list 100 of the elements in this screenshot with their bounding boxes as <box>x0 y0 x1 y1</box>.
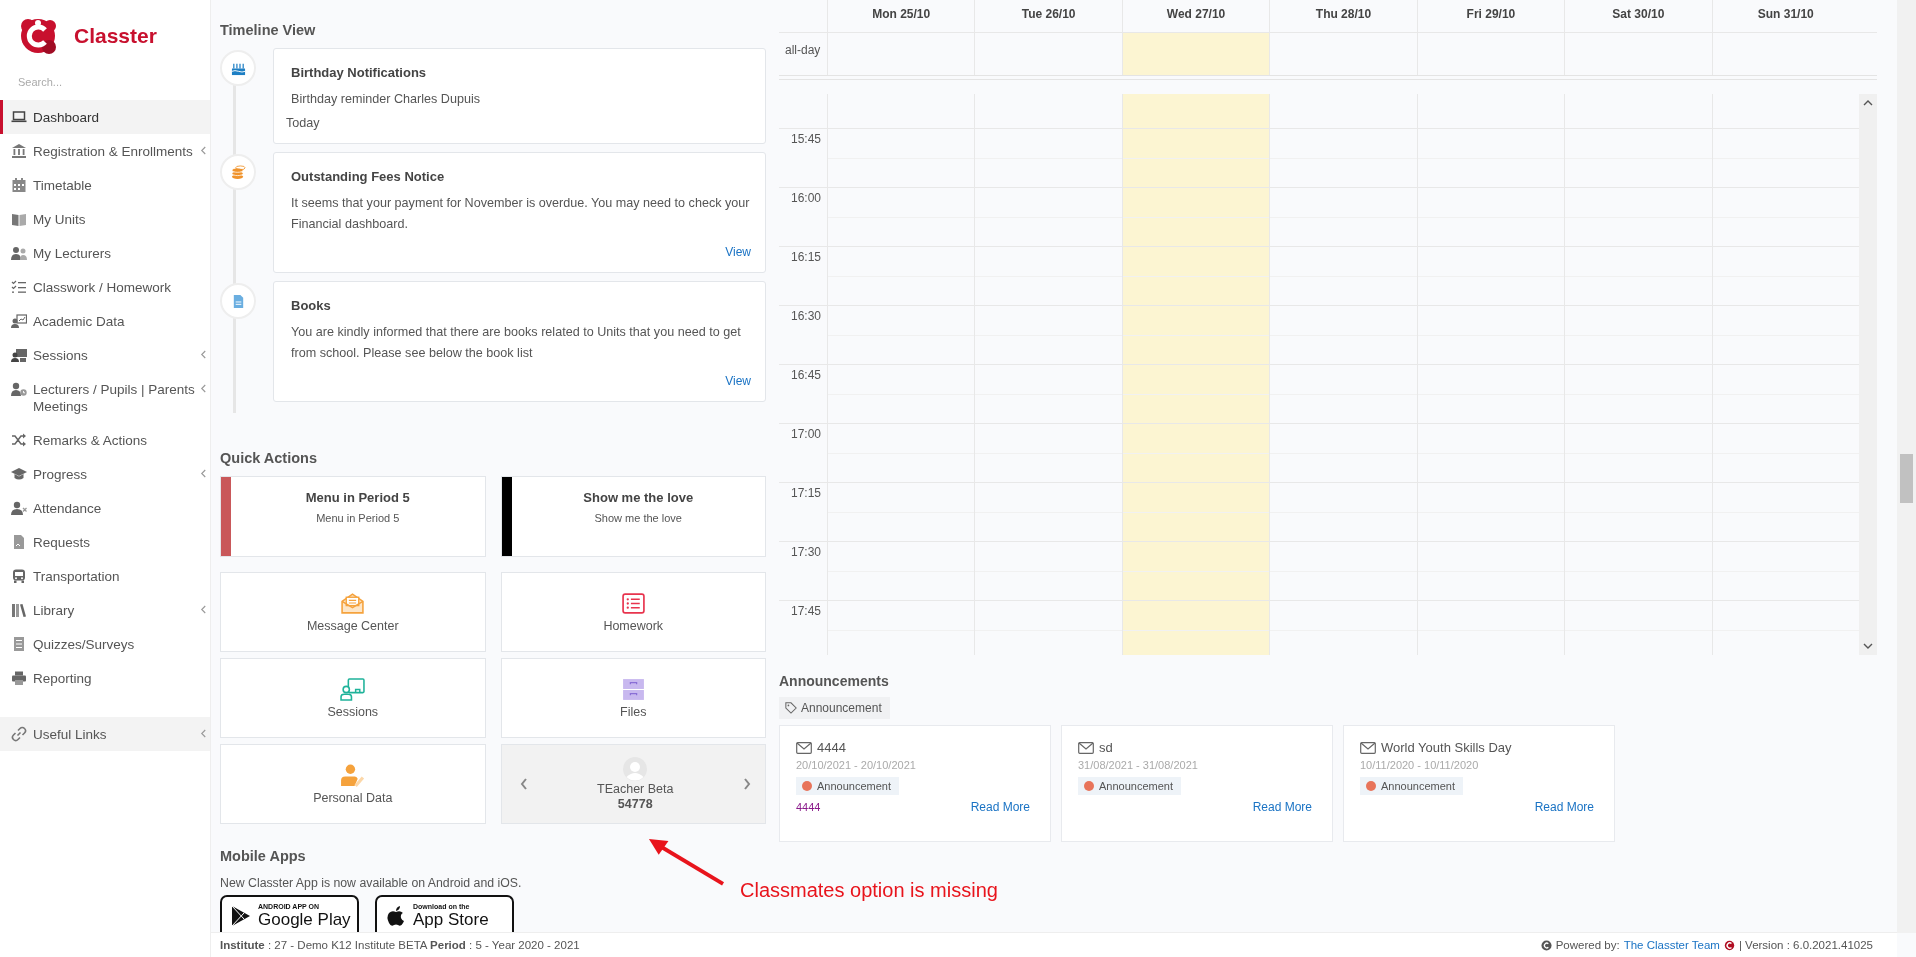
time-label: 15:45 <box>790 131 823 146</box>
quick-action-tile[interactable]: Files <box>500 658 766 738</box>
person-name: TEacher Beta <box>597 782 674 796</box>
time-label: 16:30 <box>790 308 823 323</box>
quick-action-card[interactable]: Show me the love Show me the love <box>500 476 766 557</box>
teacher-board-icon <box>340 677 366 702</box>
tag-label: Announcement <box>1381 780 1455 792</box>
sidebar-item[interactable]: My Units <box>0 202 210 236</box>
quick-action-tile[interactable]: Sessions <box>220 658 486 738</box>
time-label: 17:30 <box>790 544 823 559</box>
sidebar-item[interactable]: Library <box>0 593 210 627</box>
sidebar-item[interactable]: My Lecturers <box>0 236 210 270</box>
list-document-icon <box>11 636 27 652</box>
tag-label: Announcement <box>1099 780 1173 792</box>
chevron-icon <box>200 469 207 478</box>
book-icon <box>11 211 27 227</box>
day-header: Mon 25/10 <box>827 0 975 32</box>
play-icon <box>231 904 251 927</box>
sidebar-item[interactable]: Academic Data <box>0 304 210 338</box>
chevron-left-icon <box>519 778 528 790</box>
all-day-cell[interactable] <box>1121 33 1270 75</box>
notification-time: Today <box>286 116 321 130</box>
person-pencil-icon <box>340 763 366 788</box>
announcement-title: sd <box>1099 740 1113 755</box>
sidebar-item[interactable]: Requests <box>0 525 210 559</box>
tile-label: Message Center <box>306 619 399 633</box>
apple-icon <box>386 904 406 927</box>
person-code: 54778 <box>617 797 653 811</box>
read-more-link[interactable]: Read More <box>1534 800 1594 814</box>
read-more-link[interactable]: Read More <box>1252 800 1312 814</box>
quick-action-card[interactable]: Menu in Period 5 Menu in Period 5 <box>220 476 486 557</box>
announcement-title: 4444 <box>817 740 846 755</box>
filter-chip[interactable]: Announcement <box>779 697 890 719</box>
scroll-down-icon[interactable] <box>1862 643 1873 649</box>
search-field[interactable]: Search... <box>14 72 192 92</box>
sidebar-item-label: Attendance <box>33 500 102 517</box>
sidebar-item-label: Library <box>33 602 75 619</box>
books-icon <box>11 602 27 618</box>
sidebar-item-label: Classwork / Homework <box>33 279 172 296</box>
chevron-icon <box>200 384 207 393</box>
card-subtitle: Menu in Period 5 <box>315 512 401 524</box>
sidebar-item[interactable]: Remarks & Actions <box>0 423 210 457</box>
sidebar-item[interactable]: Registration & Enrollments <box>0 134 210 168</box>
person-cross-icon <box>11 500 27 516</box>
sidebar-item[interactable]: Attendance <box>0 491 210 525</box>
quick-action-tile[interactable]: Homework <box>500 572 766 652</box>
shuffle-icon <box>11 432 27 448</box>
person-clock-icon <box>11 381 27 397</box>
people-icon <box>11 245 27 261</box>
day-header: Sat 30/10 <box>1564 0 1712 32</box>
sidebar-item[interactable]: Classwork / Homework <box>0 270 210 304</box>
sidebar-item[interactable]: Quizzes/Surveys <box>0 627 210 661</box>
bus-icon <box>11 568 27 584</box>
section-title: Announcements <box>779 673 890 689</box>
view-link[interactable]: View <box>725 245 751 259</box>
avatar-icon <box>623 757 648 781</box>
time-label: 16:15 <box>790 249 823 264</box>
view-link[interactable]: View <box>725 374 751 388</box>
sidebar-item-label: Quizzes/Surveys <box>33 636 135 653</box>
sidebar-item-label: Registration & Enrollments <box>33 143 193 160</box>
scroll-thumb[interactable] <box>1900 454 1913 503</box>
card-subtitle: Show me the love <box>593 512 683 524</box>
annotation-text: Classmates option is missing <box>740 879 998 902</box>
time-label: 16:45 <box>790 367 823 382</box>
powered-by-label: Powered by: <box>1555 939 1620 951</box>
chart-person-icon <box>11 313 27 329</box>
tag-label: Announcement <box>817 780 891 792</box>
sidebar-item[interactable]: Sessions <box>0 338 210 372</box>
team-link[interactable]: The Classter Team <box>1623 939 1720 951</box>
sidebar-item[interactable]: Reporting <box>0 661 210 695</box>
sidebar-item[interactable]: Timetable <box>0 168 210 202</box>
sidebar-item[interactable]: Lecturers / Pupils | Parents Meetings <box>0 372 210 423</box>
copyright-icon <box>1540 939 1552 951</box>
envelope-icon <box>1078 741 1094 754</box>
version-label: | Version : 6.0.2021.41025 <box>1738 939 1873 951</box>
sidebar-item-label: My Units <box>33 211 86 228</box>
brand-name[interactable]: Classter <box>74 24 157 48</box>
read-more-link[interactable]: Read More <box>970 800 1030 814</box>
logo-icon[interactable] <box>18 16 58 56</box>
day-header: Wed 27/10 <box>1121 0 1270 32</box>
tile-label: Homework <box>603 619 664 633</box>
scrollbar[interactable] <box>1858 94 1877 655</box>
section-title: Timeline View <box>220 22 317 38</box>
announcement-title: World Youth Skills Day <box>1381 740 1512 755</box>
card-title: Menu in Period 5 <box>304 490 411 505</box>
sidebar-item-label: Timetable <box>33 177 92 194</box>
page-scrollbar[interactable] <box>1897 0 1916 933</box>
sidebar-item-label: Dashboard <box>33 109 100 126</box>
notification-text: You are kindly informed that there are books related to Units that you need to get from school. Please see below the book list <box>291 324 742 362</box>
quick-action-tile[interactable]: Message Center <box>220 572 486 652</box>
day-header: Thu 28/10 <box>1269 0 1417 32</box>
sidebar-item[interactable]: Dashboard <box>0 100 210 134</box>
sidebar-item[interactable]: Transportation <box>0 559 210 593</box>
sidebar-item[interactable]: Useful Links <box>0 717 210 751</box>
scroll-up-icon[interactable] <box>1862 100 1873 106</box>
quick-action-tile[interactable]: Personal Data <box>220 744 486 824</box>
time-label: 17:15 <box>790 485 823 500</box>
printer-icon <box>11 670 27 686</box>
sidebar-item-label: Useful Links <box>33 726 107 743</box>
sidebar-item[interactable]: Progress <box>0 457 210 491</box>
